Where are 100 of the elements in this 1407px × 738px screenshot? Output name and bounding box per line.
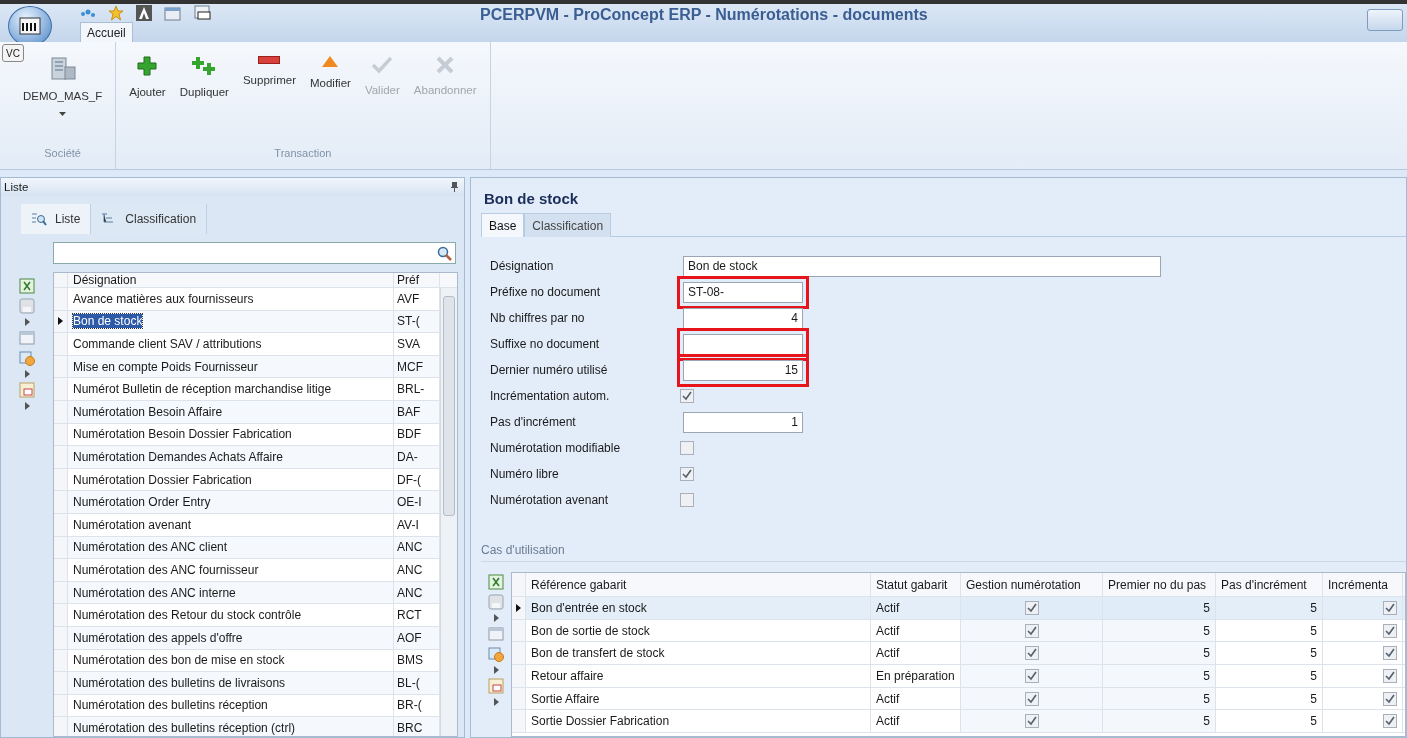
- field-label: Numérotation modifiable: [490, 441, 622, 455]
- expand-arrow-icon[interactable]: [24, 370, 30, 378]
- dropdown-caret-icon[interactable]: [59, 112, 67, 116]
- list-cell[interactable]: Numérotation des bulletins de livraisons: [68, 672, 394, 694]
- list-cell[interactable]: Bon de stock: [68, 310, 394, 333]
- checkbox[interactable]: [680, 441, 694, 455]
- logo-icon[interactable]: [136, 5, 152, 21]
- calendar-clock-icon[interactable]: [19, 350, 35, 366]
- list-cell[interactable]: Numérotation Besoin Dossier Fabrication: [68, 423, 394, 446]
- checkbox[interactable]: [1024, 623, 1039, 638]
- building-icon: [49, 56, 76, 80]
- list-cell[interactable]: Numérotation des ANC client: [68, 536, 394, 559]
- field-label: Désignation: [490, 259, 555, 273]
- checkbox[interactable]: [1383, 623, 1397, 638]
- expand-arrow-icon[interactable]: [493, 614, 499, 622]
- list-cell[interactable]: Numérotation des bon de mise en stock: [68, 649, 394, 672]
- input-field[interactable]: 4: [683, 307, 803, 329]
- list-cell[interactable]: Numérotation des Retour du stock contrôle: [68, 604, 394, 626]
- window-title: PCERPVM - ProConcept ERP - Numérotations - documents: [480, 6, 928, 24]
- panel-title: Liste: [4, 181, 29, 193]
- ribbon-tab[interactable]: Accueil: [80, 22, 133, 42]
- table-cell: 5: [1103, 597, 1216, 619]
- column-header[interactable]: Préf: [394, 273, 440, 287]
- search-field[interactable]: [53, 242, 456, 264]
- spreadsheet-icon[interactable]: [19, 278, 35, 294]
- expand-arrow-icon[interactable]: [24, 402, 30, 410]
- ribbon-button[interactable]: Ajouter: [124, 54, 171, 147]
- input-field[interactable]: Bon de stock: [683, 255, 1161, 277]
- ribbon-button[interactable]: Dupliquer: [174, 54, 234, 147]
- checkbox[interactable]: [1383, 691, 1397, 706]
- list-cell[interactable]: Mise en compte Poids Fournisseur: [68, 355, 394, 378]
- window-edit-icon[interactable]: [164, 5, 182, 21]
- checkbox[interactable]: [1024, 714, 1039, 729]
- checkbox[interactable]: [1024, 646, 1039, 661]
- column-header[interactable]: Statut gabarit: [871, 573, 961, 596]
- field-label: Incrémentation autom.: [490, 389, 611, 403]
- calendar-clock-icon[interactable]: [488, 646, 504, 662]
- checkbox[interactable]: [1383, 668, 1397, 683]
- expand-arrow-icon[interactable]: [24, 318, 30, 326]
- form-tab[interactable]: Base: [481, 213, 525, 237]
- ribbon-button[interactable]: Modifier: [305, 54, 356, 147]
- table-cell: Sortie Dossier Fabrication: [526, 710, 871, 733]
- input-field[interactable]: 15: [683, 359, 803, 381]
- list-cell[interactable]: Numérotation Order Entry: [68, 491, 394, 513]
- column-header[interactable]: Désignation: [68, 273, 394, 287]
- search-icon: [437, 245, 452, 261]
- column-header[interactable]: Référence gabarit: [526, 573, 871, 596]
- list-cell[interactable]: Numérotation des appels d'offre: [68, 626, 394, 649]
- checkbox[interactable]: [1383, 600, 1397, 615]
- input-field[interactable]: 1: [683, 411, 803, 433]
- panel-tab[interactable]: Liste: [21, 204, 92, 234]
- input-field[interactable]: ST-08-: [683, 281, 803, 303]
- form-tab[interactable]: Classification: [524, 213, 612, 237]
- checkbox[interactable]: [680, 493, 694, 507]
- table-cell: 5: [1216, 597, 1323, 619]
- list-cell[interactable]: Numérotation avenant: [68, 513, 394, 536]
- record-title: Bon de stock: [483, 190, 580, 207]
- checkbox[interactable]: [1024, 668, 1039, 683]
- dots-icon[interactable]: [80, 8, 96, 18]
- group-label: Société: [43, 147, 82, 161]
- field-label: Pas d'incrément: [490, 415, 577, 429]
- scrollbar[interactable]: [440, 288, 457, 736]
- list-cell[interactable]: Numérotation Dossier Fabrication: [68, 468, 394, 491]
- group-label: Transaction: [273, 147, 333, 161]
- minimize-button[interactable]: [1367, 9, 1403, 31]
- table-cell: 5: [1216, 642, 1323, 665]
- list-cell[interactable]: Numérotation des bulletins réception (ctrl): [68, 717, 394, 736]
- list-cell[interactable]: Numérotation des ANC interne: [68, 581, 394, 604]
- list-cell[interactable]: Avance matières aux fournisseurs: [68, 288, 394, 310]
- column-header[interactable]: Pas d'incrément: [1216, 573, 1323, 596]
- checkbox[interactable]: [1383, 714, 1397, 729]
- double-plus-icon: [192, 56, 217, 76]
- expand-arrow-icon[interactable]: [493, 666, 499, 674]
- field-label: Numérotation avenant: [490, 493, 610, 507]
- checkbox[interactable]: [680, 389, 694, 403]
- pin-icon[interactable]: [451, 182, 458, 192]
- column-header[interactable]: Premier no du pas: [1103, 573, 1216, 596]
- star-icon[interactable]: [108, 5, 124, 21]
- spreadsheet-icon[interactable]: [488, 574, 504, 590]
- ribbon-button[interactable]: Supprimer: [237, 54, 301, 147]
- expand-arrow-icon[interactable]: [493, 698, 499, 706]
- list-cell[interactable]: Numérot Bulletin de réception marchandise litige: [68, 378, 394, 400]
- checkbox[interactable]: [1024, 691, 1039, 706]
- row-pointer-icon: [516, 603, 521, 612]
- table-cell: 5: [1103, 665, 1216, 687]
- checkbox[interactable]: [680, 467, 694, 481]
- list-cell[interactable]: Numérotation des bulletins réception: [68, 694, 394, 717]
- company-badge[interactable]: VC: [2, 44, 24, 62]
- list-cell[interactable]: Numérotation Besoin Affaire: [68, 400, 394, 423]
- list-cell[interactable]: Commande client SAV / attributions: [68, 333, 394, 355]
- list-cell[interactable]: Numérotation Demandes Achats Affaire: [68, 446, 394, 468]
- checkbox[interactable]: [1024, 600, 1039, 615]
- input-field[interactable]: [683, 333, 803, 355]
- row-header[interactable]: [512, 597, 526, 619]
- row-pointer-icon: [58, 317, 63, 326]
- checkbox[interactable]: [1383, 646, 1397, 661]
- triangle-icon: [322, 56, 339, 67]
- column-header[interactable]: Gestion numérotation: [961, 573, 1103, 596]
- column-header[interactable]: Incrémenta: [1323, 573, 1403, 596]
- list-cell[interactable]: Numérotation des ANC fournisseur: [68, 559, 394, 581]
